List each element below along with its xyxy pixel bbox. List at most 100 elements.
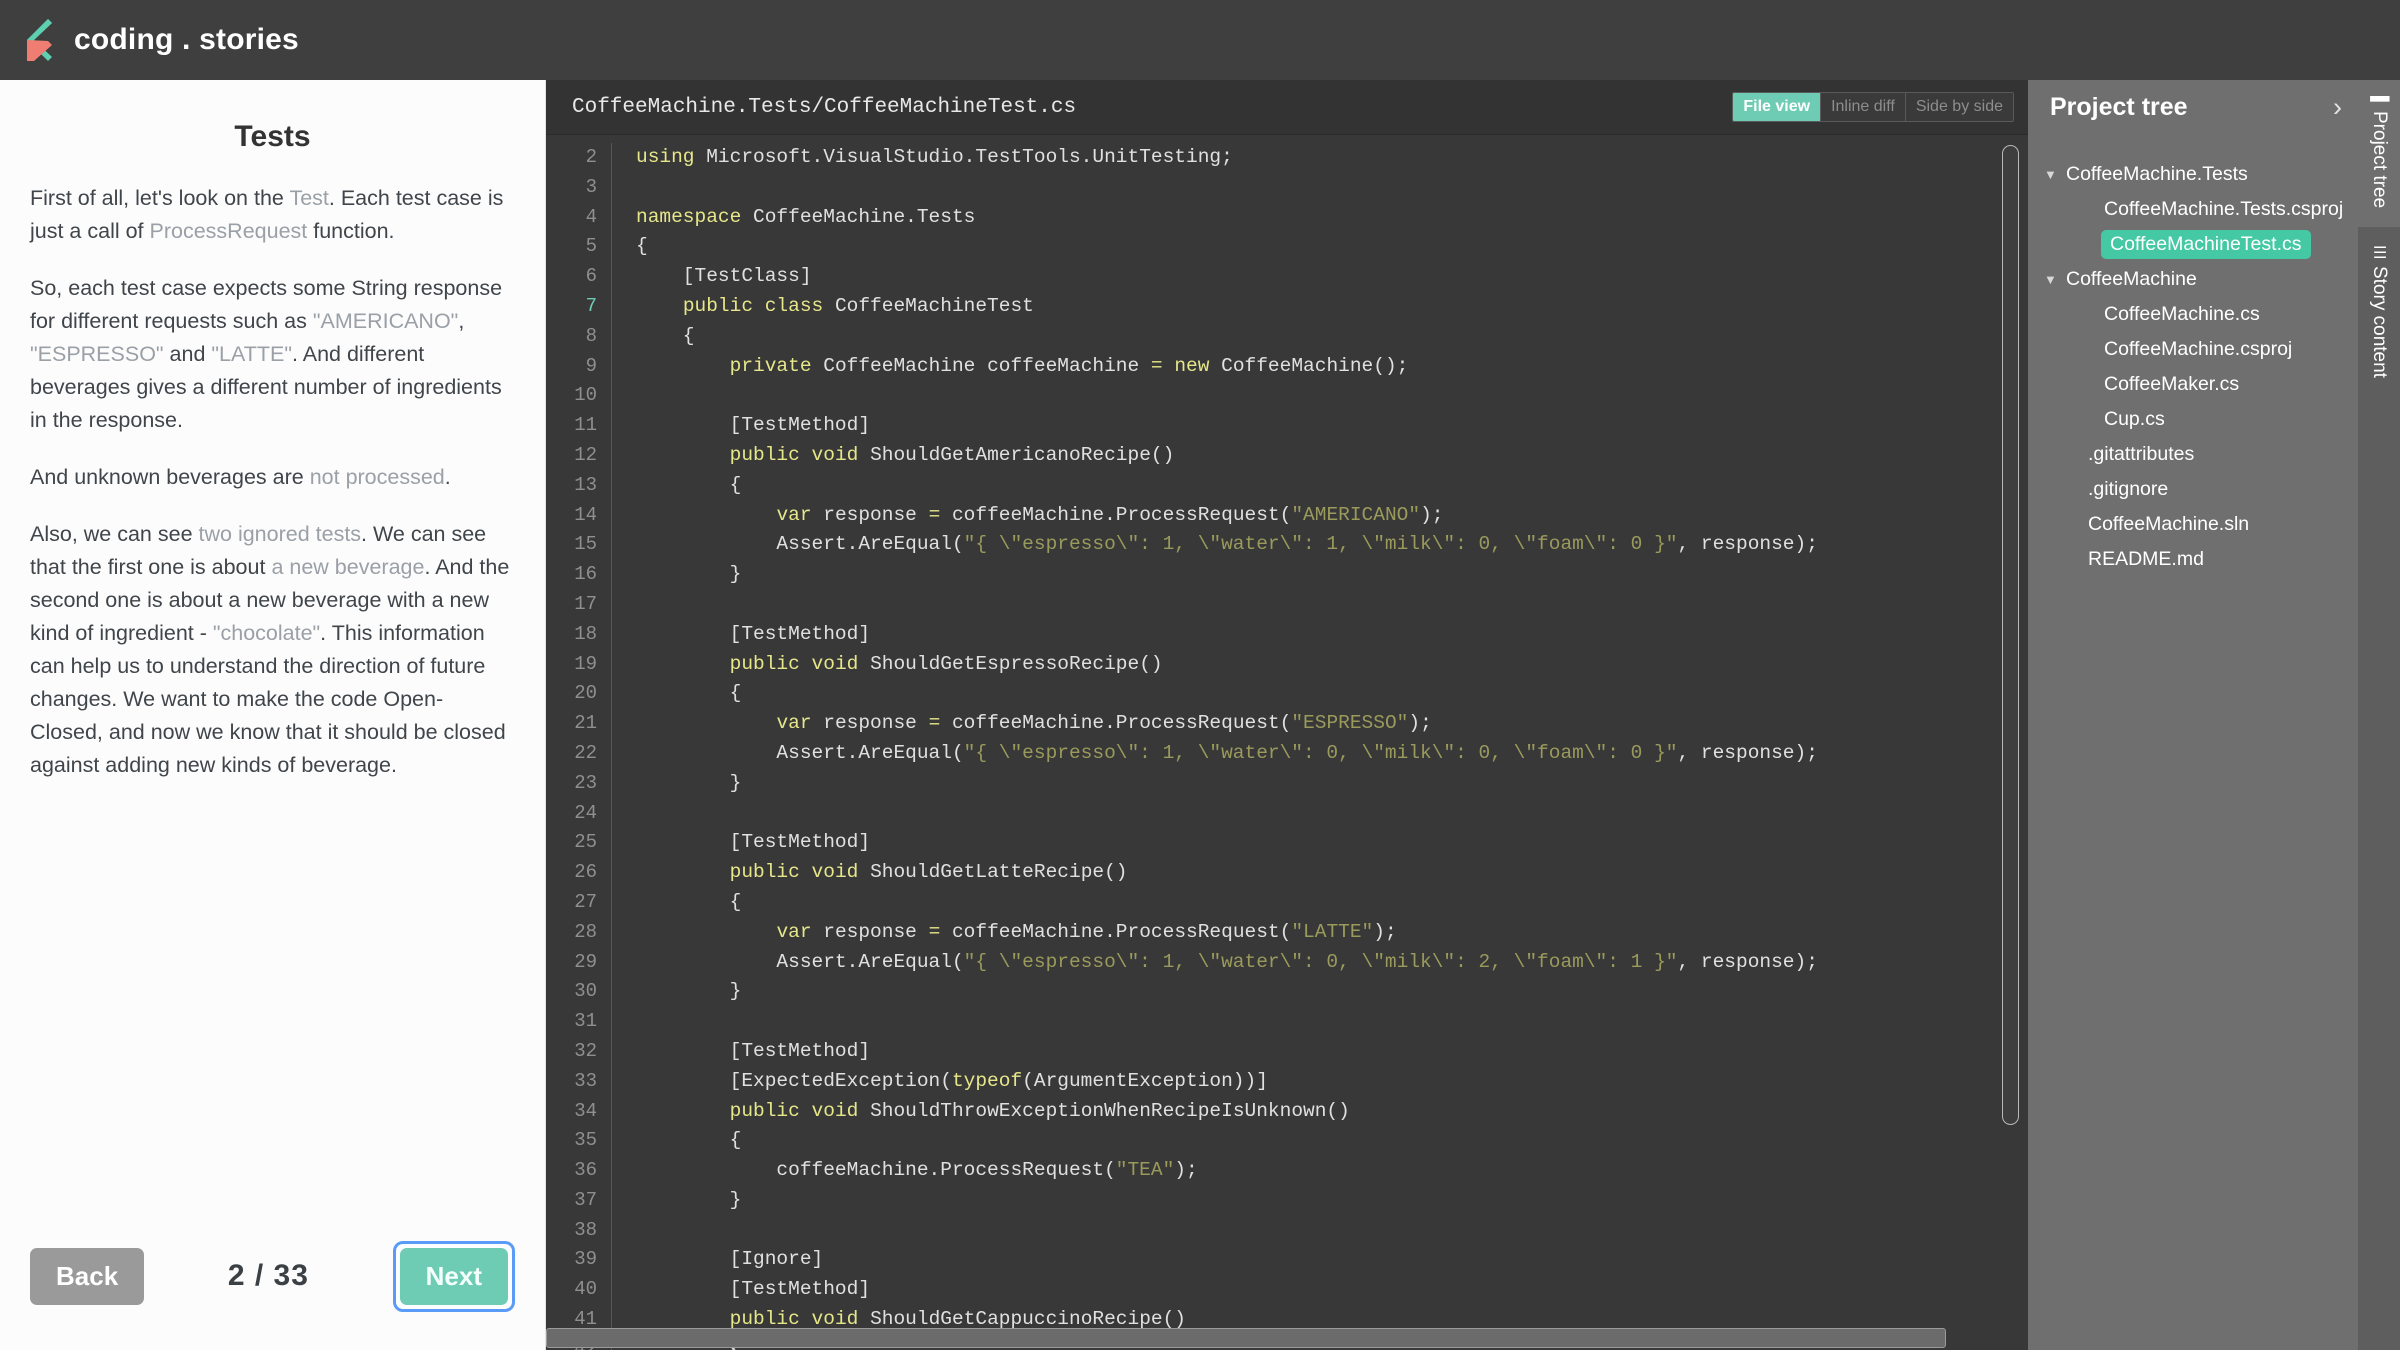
chevron-right-icon[interactable]: › — [2333, 94, 2342, 121]
triangle-down-icon[interactable]: ▼ — [2044, 273, 2060, 286]
code-line[interactable]: Assert.AreEqual("{ \"espresso\": 1, \"wa… — [636, 739, 1818, 769]
code-line[interactable]: [TestMethod] — [636, 411, 1818, 441]
tree-item-coffeemaker-cs[interactable]: CoffeeMaker.cs — [2028, 367, 2358, 402]
code-line[interactable] — [636, 173, 1818, 203]
highlighted-term: "ESPRESSO" — [30, 342, 164, 366]
tree-item-readme-md[interactable]: README.md — [2028, 542, 2358, 577]
view-mode-inline-diff[interactable]: Inline diff — [1820, 93, 1905, 121]
code-line[interactable]: [TestMethod] — [636, 828, 1818, 858]
side-tab-label: Story content — [2369, 265, 2390, 378]
code-line[interactable]: } — [636, 560, 1818, 590]
tree-item-gitattributes[interactable]: .gitattributes — [2028, 437, 2358, 472]
code-string: "TEA" — [1115, 1159, 1175, 1182]
code-string: "{ \"espresso\": 1, \"water\": 0, \"milk… — [963, 950, 1678, 973]
tree-item-coffeemachinetest-cs[interactable]: CoffeeMachineTest.cs — [2028, 227, 2358, 262]
tree-item-coffeemachine[interactable]: ▼ CoffeeMachine — [2028, 262, 2358, 297]
tree-item-label: CoffeeMachine — [2066, 268, 2197, 290]
code-line[interactable]: [TestMethod] — [636, 1037, 1818, 1067]
line-number: 26 — [574, 861, 597, 884]
code-string: "ESPRESSO" — [1291, 712, 1409, 735]
code-content[interactable]: using Microsoft.VisualStudio.TestTools.U… — [612, 143, 1818, 1350]
code-line[interactable]: [Ignore] — [636, 1245, 1818, 1275]
code-line[interactable]: } — [636, 977, 1818, 1007]
code-body[interactable]: 2 3 4 5 6 7 8 9 10 11 12 13 14 15 16 17 18 19 20 21 22 23 24 25… — [546, 135, 2028, 1350]
line-number: 34 — [574, 1099, 597, 1122]
code-line[interactable]: var response = coffeeMachine.ProcessRequ… — [636, 501, 1818, 531]
side-tab-story-content[interactable]: ☰ Story content — [2358, 226, 2400, 396]
line-number: 25 — [574, 831, 597, 854]
code-vertical-scrollbar[interactable] — [2002, 145, 2019, 1125]
code-line[interactable]: { — [636, 679, 1818, 709]
tree-item-cup-cs[interactable]: Cup.cs — [2028, 402, 2358, 437]
story-paragraph: Also, we can see two ignored tests. We c… — [30, 518, 515, 782]
code-line[interactable]: private CoffeeMachine coffeeMachine = ne… — [636, 352, 1818, 382]
code-line[interactable] — [636, 1007, 1818, 1037]
triangle-down-icon[interactable]: ▼ — [2044, 168, 2060, 181]
code-token: , response); — [1677, 950, 1818, 973]
code-line[interactable]: var response = coffeeMachine.ProcessRequ… — [636, 709, 1818, 739]
code-line[interactable]: public class CoffeeMachineTest — [636, 292, 1818, 322]
story-text: and — [163, 342, 212, 366]
code-token: (ArgumentException))] — [1022, 1069, 1268, 1092]
code-line[interactable]: coffeeMachine.ProcessRequest("TEA"); — [636, 1156, 1818, 1186]
code-line[interactable]: } — [636, 1186, 1818, 1216]
line-number: 28 — [574, 920, 597, 943]
code-line[interactable]: var response = coffeeMachine.ProcessRequ… — [636, 918, 1818, 948]
code-line[interactable] — [636, 590, 1818, 620]
next-button[interactable]: Next — [399, 1247, 508, 1305]
code-line[interactable]: Assert.AreEqual("{ \"espresso\": 1, \"wa… — [636, 948, 1818, 978]
code-line[interactable]: { — [636, 1126, 1818, 1156]
code-token: Assert.AreEqual( — [636, 741, 964, 764]
code-line[interactable]: { — [636, 322, 1818, 352]
code-line[interactable] — [636, 381, 1818, 411]
code-line[interactable]: namespace CoffeeMachine.Tests — [636, 203, 1818, 233]
code-token: [Ignore] — [636, 1248, 824, 1271]
tree-item-coffeemachine-csproj[interactable]: CoffeeMachine.csproj — [2028, 332, 2358, 367]
project-tree-header: Project tree › — [2028, 80, 2358, 135]
line-number: 17 — [574, 592, 597, 615]
code-line[interactable]: Assert.AreEqual("{ \"espresso\": 1, \"wa… — [636, 530, 1818, 560]
highlighted-term: two ignored tests — [198, 522, 362, 546]
side-tab-project-tree[interactable]: ▌ Project tree — [2358, 80, 2400, 227]
code-line[interactable]: public void ShouldGetLatteRecipe() — [636, 858, 1818, 888]
tree-item-coffeemachine-cs[interactable]: CoffeeMachine.cs — [2028, 297, 2358, 332]
code-line[interactable]: [TestMethod] — [636, 620, 1818, 650]
chevron-left-logo-icon[interactable] — [22, 17, 56, 63]
code-line[interactable] — [636, 1216, 1818, 1246]
back-button[interactable]: Back — [30, 1247, 145, 1305]
code-line[interactable]: [TestClass] — [636, 262, 1818, 292]
code-token: CoffeeMachine.Tests — [753, 205, 976, 228]
code-line[interactable]: using Microsoft.VisualStudio.TestTools.U… — [636, 143, 1818, 173]
code-line[interactable]: public void ShouldGetEspressoRecipe() — [636, 650, 1818, 680]
view-mode-toggle[interactable]: File view Inline diff Side by side — [1732, 92, 2014, 122]
code-line[interactable]: } — [636, 769, 1818, 799]
tree-item-coffeemachine-sln[interactable]: CoffeeMachine.sln — [2028, 507, 2358, 542]
view-mode-side-by-side[interactable]: Side by side — [1904, 93, 2013, 121]
tree-item-coffeemachine-tests[interactable]: ▼ CoffeeMachine.Tests — [2028, 157, 2358, 192]
project-tree-list: ▼ CoffeeMachine.Tests CoffeeMachine.Tests.… — [2028, 135, 2358, 577]
code-line[interactable]: [TestMethod] — [636, 1275, 1818, 1305]
tree-item-gitignore[interactable]: .gitignore — [2028, 472, 2358, 507]
tree-item-coffeemachine-tests-csproj[interactable]: CoffeeMachine.Tests.csproj — [2028, 192, 2358, 227]
main-body: Tests First of all, let's look on the Te… — [0, 80, 2400, 1350]
code-line[interactable]: { — [636, 232, 1818, 262]
code-token: [TestMethod] — [636, 831, 871, 854]
code-string: "AMERICANO" — [1291, 503, 1421, 526]
code-line[interactable]: [ExpectedException(typeof(ArgumentExcept… — [636, 1067, 1818, 1097]
page-indicator: 2 / 33 — [227, 1259, 309, 1292]
code-line[interactable]: public void ShouldThrowExceptionWhenReci… — [636, 1097, 1818, 1127]
code-line[interactable]: { — [636, 888, 1818, 918]
code-line[interactable]: public void ShouldGetAmericanoRecipe() — [636, 441, 1818, 471]
code-line[interactable]: { — [636, 471, 1818, 501]
code-token: { — [636, 473, 742, 496]
view-mode-file-view[interactable]: File view — [1733, 93, 1821, 121]
tree-item-label: Cup.cs — [2104, 408, 2165, 430]
code-line[interactable] — [636, 799, 1818, 829]
code-horizontal-scrollbar[interactable] — [546, 1328, 1946, 1348]
code-string: "{ \"espresso\": 1, \"water\": 1, \"milk… — [963, 533, 1678, 556]
highlighted-term: a new beverage — [271, 555, 425, 579]
